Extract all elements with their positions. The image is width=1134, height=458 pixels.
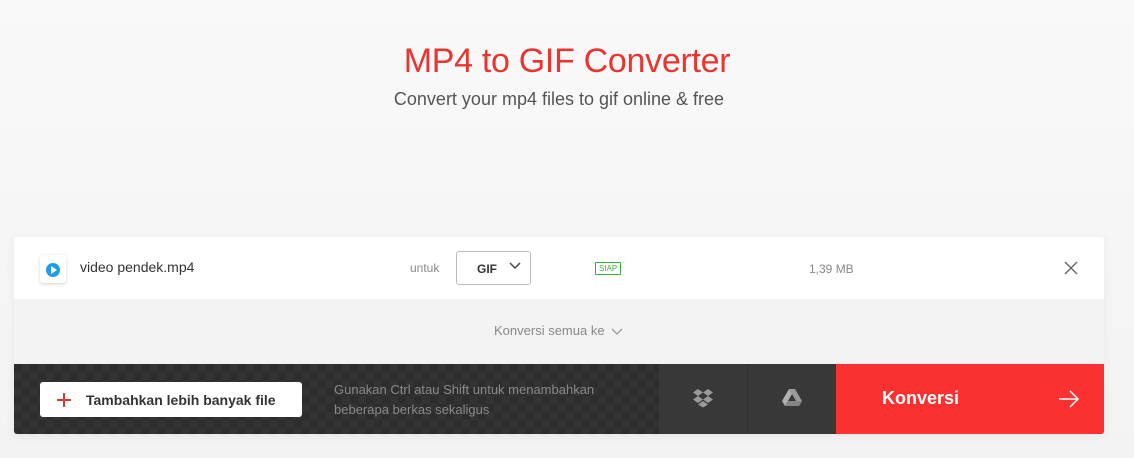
format-select[interactable]: GIF (456, 251, 531, 285)
convert-label: Konversi (882, 388, 960, 408)
convert-all-dropdown[interactable]: Konversi semua ke (494, 323, 623, 338)
file-name: video pendek.mp4 (80, 259, 195, 275)
chevron-down-icon (509, 262, 521, 270)
to-label: untuk (410, 261, 440, 275)
convert-button[interactable]: Konversi (836, 364, 1104, 434)
status-badge: SIAP (595, 262, 622, 275)
dropbox-button[interactable] (659, 364, 747, 434)
multi-select-hint: Gunakan Ctrl atau Shift untuk menambahka… (334, 382, 595, 417)
page-title: MP4 to GIF Converter (403, 42, 731, 80)
add-more-label: Tambahkan lebih banyak file (86, 392, 276, 408)
chevron-down-icon (611, 328, 623, 335)
close-icon[interactable] (1063, 260, 1079, 276)
file-row: video pendek.mp4 untuk GIF SIAP 1,39 MB (14, 237, 1104, 299)
add-more-files-button[interactable]: Tambahkan lebih banyak file (40, 382, 302, 417)
dropbox-icon (693, 389, 713, 408)
convert-all-label: Konversi semua ke (494, 323, 605, 338)
file-thumbnail (40, 255, 66, 283)
page-subtitle: Convert your mp4 files to gif online & f… (393, 89, 725, 109)
file-size: 1,39 MB (809, 262, 854, 276)
converter-panel: video pendek.mp4 untuk GIF SIAP 1,39 MB … (14, 237, 1104, 434)
convert-all-row: Konversi semua ke (14, 299, 1104, 364)
plus-icon (57, 393, 71, 407)
action-bar: Tambahkan lebih banyak file Gunakan Ctrl… (14, 364, 1104, 434)
video-play-icon (46, 263, 60, 277)
google-drive-button[interactable] (748, 364, 836, 434)
arrow-right-icon (1059, 390, 1080, 408)
format-value: GIF (477, 262, 497, 276)
google-drive-icon (782, 389, 802, 406)
